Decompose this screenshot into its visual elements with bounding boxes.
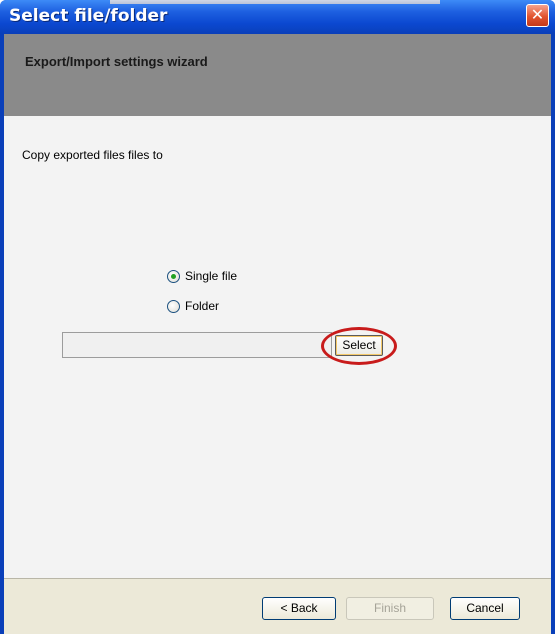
- cancel-button[interactable]: Cancel: [450, 597, 520, 620]
- dialog-window: Select file/folder ✕ Export/Import setti…: [0, 0, 555, 634]
- back-button[interactable]: < Back: [262, 597, 336, 620]
- selected-dot-icon: [171, 273, 176, 279]
- wizard-header: Export/Import settings wizard: [4, 34, 551, 116]
- dialog-client-area: Export/Import settings wizard Copy expor…: [4, 34, 551, 634]
- highlight-circle: [321, 327, 397, 365]
- folder-label: Folder: [185, 299, 220, 313]
- window-title: Select file/folder: [9, 6, 168, 26]
- folder-radio[interactable]: [167, 299, 180, 313]
- close-button[interactable]: ✕: [526, 4, 549, 27]
- wizard-title: Export/Import settings wizard: [25, 54, 208, 69]
- single-file-radio[interactable]: [167, 269, 180, 283]
- close-icon: ✕: [530, 5, 545, 24]
- wizard-content: Copy exported files files to Single file…: [4, 116, 551, 579]
- single-file-label: Single file: [185, 269, 238, 283]
- background-window-strip: [110, 0, 440, 4]
- single-file-option[interactable]: Single file: [167, 268, 237, 284]
- folder-option[interactable]: Folder: [167, 298, 219, 314]
- instruction-text: Copy exported files files to: [22, 148, 163, 162]
- finish-button[interactable]: Finish: [346, 597, 434, 620]
- title-bar[interactable]: Select file/folder ✕: [0, 0, 555, 34]
- path-input[interactable]: [62, 332, 332, 358]
